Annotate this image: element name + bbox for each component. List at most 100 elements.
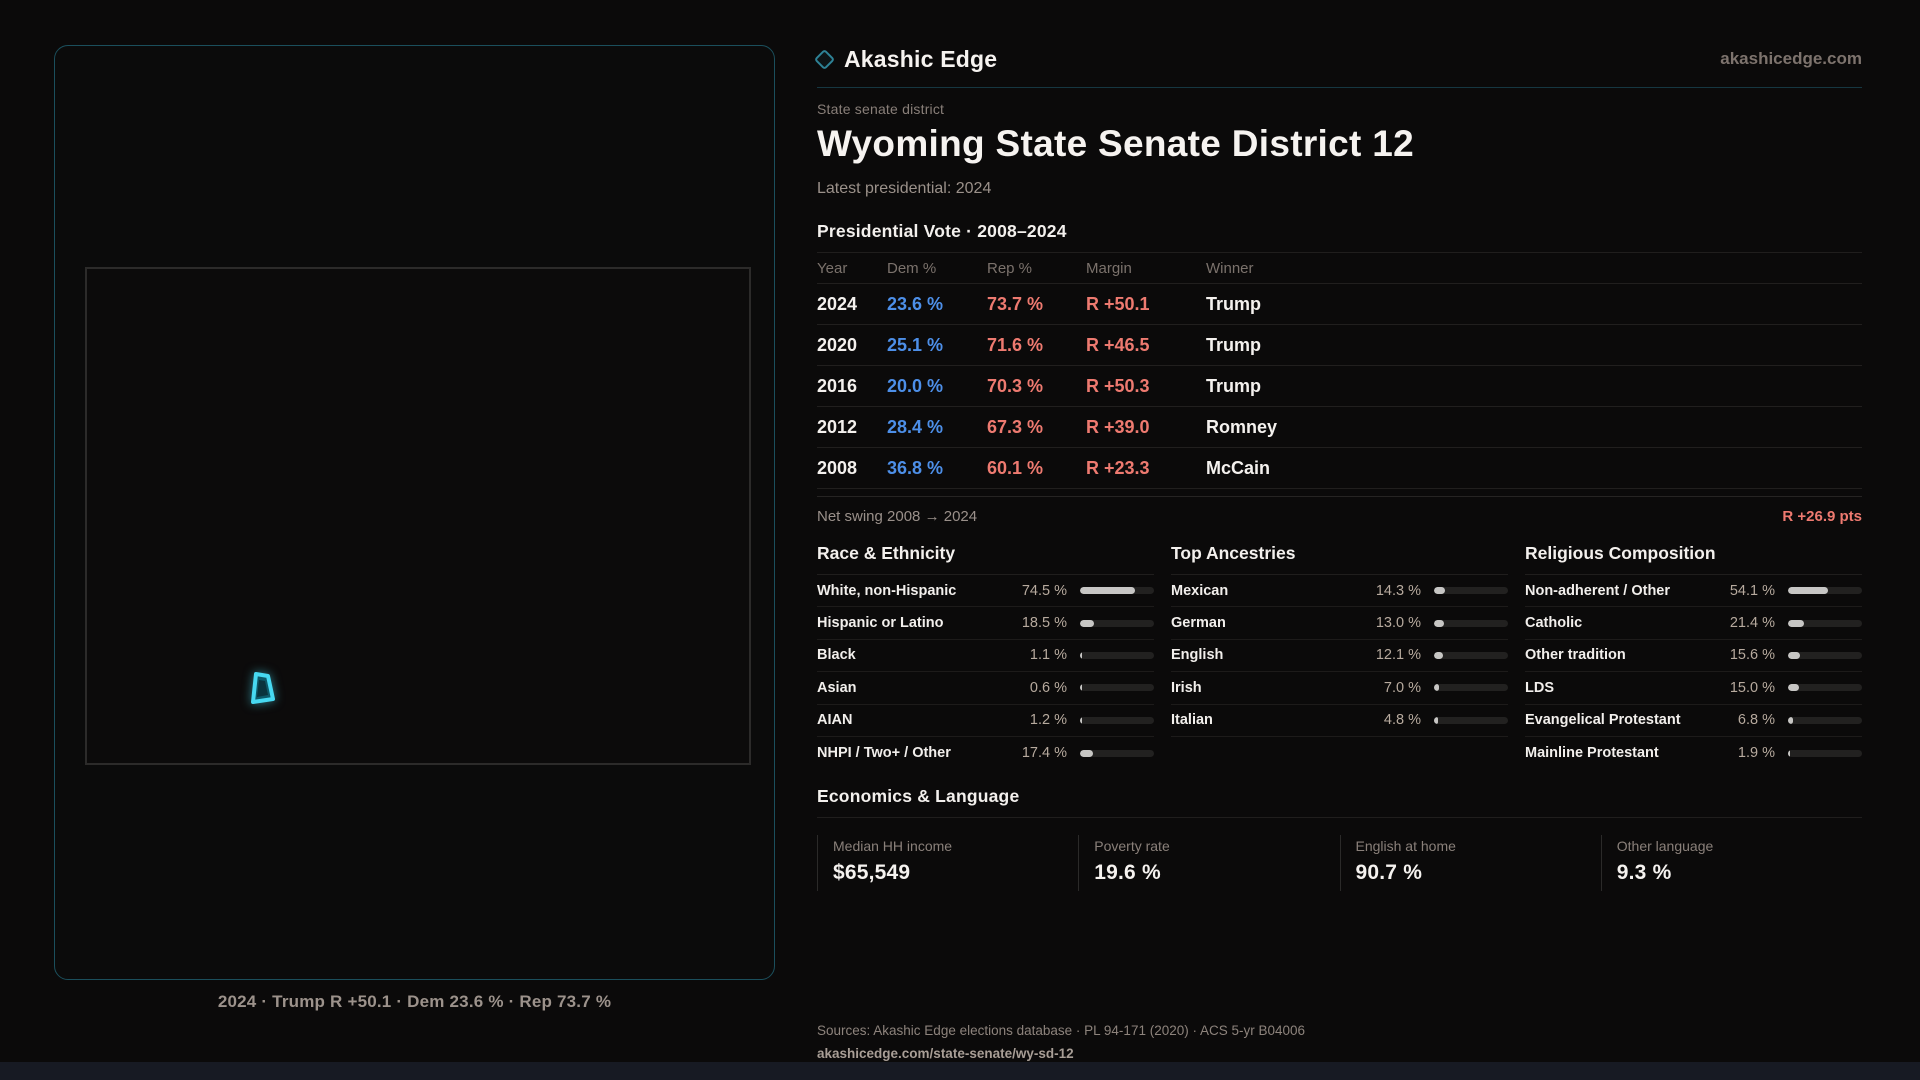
economics-stat-value: 19.6 % [1094,861,1161,885]
rep-pct-cell: 71.6 % [987,334,1044,355]
percent-bar [1434,587,1508,595]
demographics-label: NHPI / Two+ / Other [817,745,951,762]
vote-table-row: 2008 36.8 % 60.1 % R +23.3 McCain [817,448,1862,489]
demographics-row: Black 1.1 % [817,640,1154,673]
demographics-column-title: Race & Ethnicity [817,543,1154,575]
economics-title: Economics & Language [817,786,1020,807]
demographics-value: 7.0 % [1383,679,1421,696]
demographics-label: Non-adherent / Other [1525,582,1671,599]
percent-bar-fill [1434,587,1445,595]
page-title: Wyoming State Senate District 12 [817,123,1414,164]
economics-stat-card: English at home 90.7 % [1339,835,1601,892]
demographics-value: 18.5 % [1021,615,1067,632]
dem-pct-cell: 25.1 % [887,334,944,355]
winner-cell: Trump [1206,334,1262,355]
demographics-value: 17.4 % [1021,745,1067,762]
percent-bar [1434,716,1508,724]
demographics-row: Evangelical Protestant 6.8 % [1525,705,1862,737]
demographics-value: 6.8 % [1737,712,1775,729]
demographics-label: White, non-Hispanic [817,582,957,599]
demographics-column: Race & Ethnicity White, non-Hispanic 74.5 … [817,543,1154,769]
margin-cell: R +50.3 [1086,375,1150,396]
demographics-value: 74.5 % [1021,582,1067,599]
economics-stat-label: Median HH income [833,838,953,855]
percent-bar [1788,716,1862,724]
header: Akashic Edge akashicedge.com [813,44,1862,74]
percent-bar-fill [1788,716,1794,724]
vote-table-header-row: Year Dem % Rep % Margin Winner [817,253,1862,284]
percent-bar-fill [1788,587,1829,595]
bottom-strip [0,1062,1920,1080]
demographics-column-title: Religious Composition [1525,543,1862,575]
vote-table-row: 2012 28.4 % 67.3 % R +39.0 Romney [817,407,1862,448]
percent-bar-fill [1788,651,1800,659]
district-12-map-shape[interactable] [245,669,279,707]
winner-cell: Trump [1206,375,1262,396]
economics-stat-card: Poverty rate 19.6 % [1078,835,1339,892]
demographics-value: 14.3 % [1375,582,1421,599]
demographics-row: Catholic 21.4 % [1525,607,1862,640]
year-cell: 2016 [817,375,858,396]
demographics-label: English [1171,647,1224,664]
sources-note: Sources: Akashic Edge elections database… [817,1023,1306,1039]
vote-column-header: Rep % [987,259,1033,277]
margin-cell: R +46.5 [1086,334,1150,355]
economics-grid: Median HH income $65,549 Poverty rate 19.6 … [817,835,1862,892]
demographics-label: Mainline Protestant [1525,745,1659,762]
rep-pct-cell: 67.3 % [987,416,1044,437]
demographics-value: 1.2 % [1029,712,1067,729]
wyoming-state-outline [85,267,751,765]
demographics-row: Non-adherent / Other 54.1 % [1525,575,1862,608]
demographics-value: 21.4 % [1729,615,1775,632]
percent-bar [1434,684,1508,692]
demographics-label: Catholic [1525,615,1583,632]
demographics-column: Religious Composition Non-adherent / Othe… [1525,543,1862,769]
rep-pct-cell: 73.7 % [987,293,1044,314]
rep-pct-cell: 70.3 % [987,375,1044,396]
diamond-icon [813,48,836,70]
percent-bar [1434,651,1508,659]
demographics-label: Hispanic or Latino [817,615,944,632]
demographics-row: Italian 4.8 % [1171,705,1508,737]
demographics-value: 1.9 % [1737,745,1775,762]
percent-bar [1080,651,1154,659]
economics-stat-label: Poverty rate [1094,838,1170,855]
percent-bar-fill [1434,651,1443,659]
demographics-row: German 13.0 % [1171,607,1508,640]
demographics-value: 0.6 % [1029,679,1067,696]
demographics-row: AIAN 1.2 % [817,705,1154,737]
vote-column-header: Margin [1086,259,1132,277]
net-swing-label: Net swing 2008 → 2024 [817,508,978,525]
demographics-row: Hispanic or Latino 18.5 % [817,607,1154,640]
demographics-column-title: Top Ancestries [1171,543,1508,575]
demographics-value: 15.6 % [1729,647,1775,664]
brand-name: Akashic Edge [844,45,998,72]
brand-domain-link[interactable]: akashicedge.com [1720,49,1862,69]
economics-stat-card: Median HH income $65,549 [817,835,1078,892]
year-cell: 2012 [817,416,858,437]
economics-stat-value: 9.3 % [1616,861,1672,885]
demographics-row: Asian 0.6 % [817,672,1154,705]
dem-pct-cell: 28.4 % [887,416,944,437]
margin-cell: R +50.1 [1086,293,1150,314]
economics-stat-value: $65,549 [833,861,911,885]
permalink[interactable]: akashicedge.com/state-senate/wy-sd-12 [817,1046,1074,1061]
economics-stat-value: 90.7 % [1355,861,1423,885]
dem-pct-cell: 20.0 % [887,375,944,396]
economics-title-divider [817,817,1862,819]
vote-table-row: 2020 25.1 % 71.6 % R +46.5 Trump [817,325,1862,366]
demographics-value: 54.1 % [1729,582,1775,599]
page: 2024 · Trump R +50.1 · Dem 23.6 % · Rep … [0,0,1920,1080]
percent-bar-fill [1080,749,1093,757]
net-swing-row: Net swing 2008 → 2024 R +26.9 pts [817,496,1862,525]
percent-bar [1788,749,1862,757]
demographics-row: Other tradition 15.6 % [1525,640,1862,673]
demographics-label: LDS [1525,679,1554,696]
percent-bar-fill [1080,716,1082,724]
demographics-row: English 12.1 % [1171,640,1508,673]
demographics-label: Other tradition [1525,647,1626,664]
net-swing-value: R +26.9 pts [1782,508,1862,525]
map-caption: 2024 · Trump R +50.1 · Dem 23.6 % · Rep … [217,992,612,1011]
percent-bar-fill [1788,619,1804,627]
percent-bar [1788,651,1862,659]
